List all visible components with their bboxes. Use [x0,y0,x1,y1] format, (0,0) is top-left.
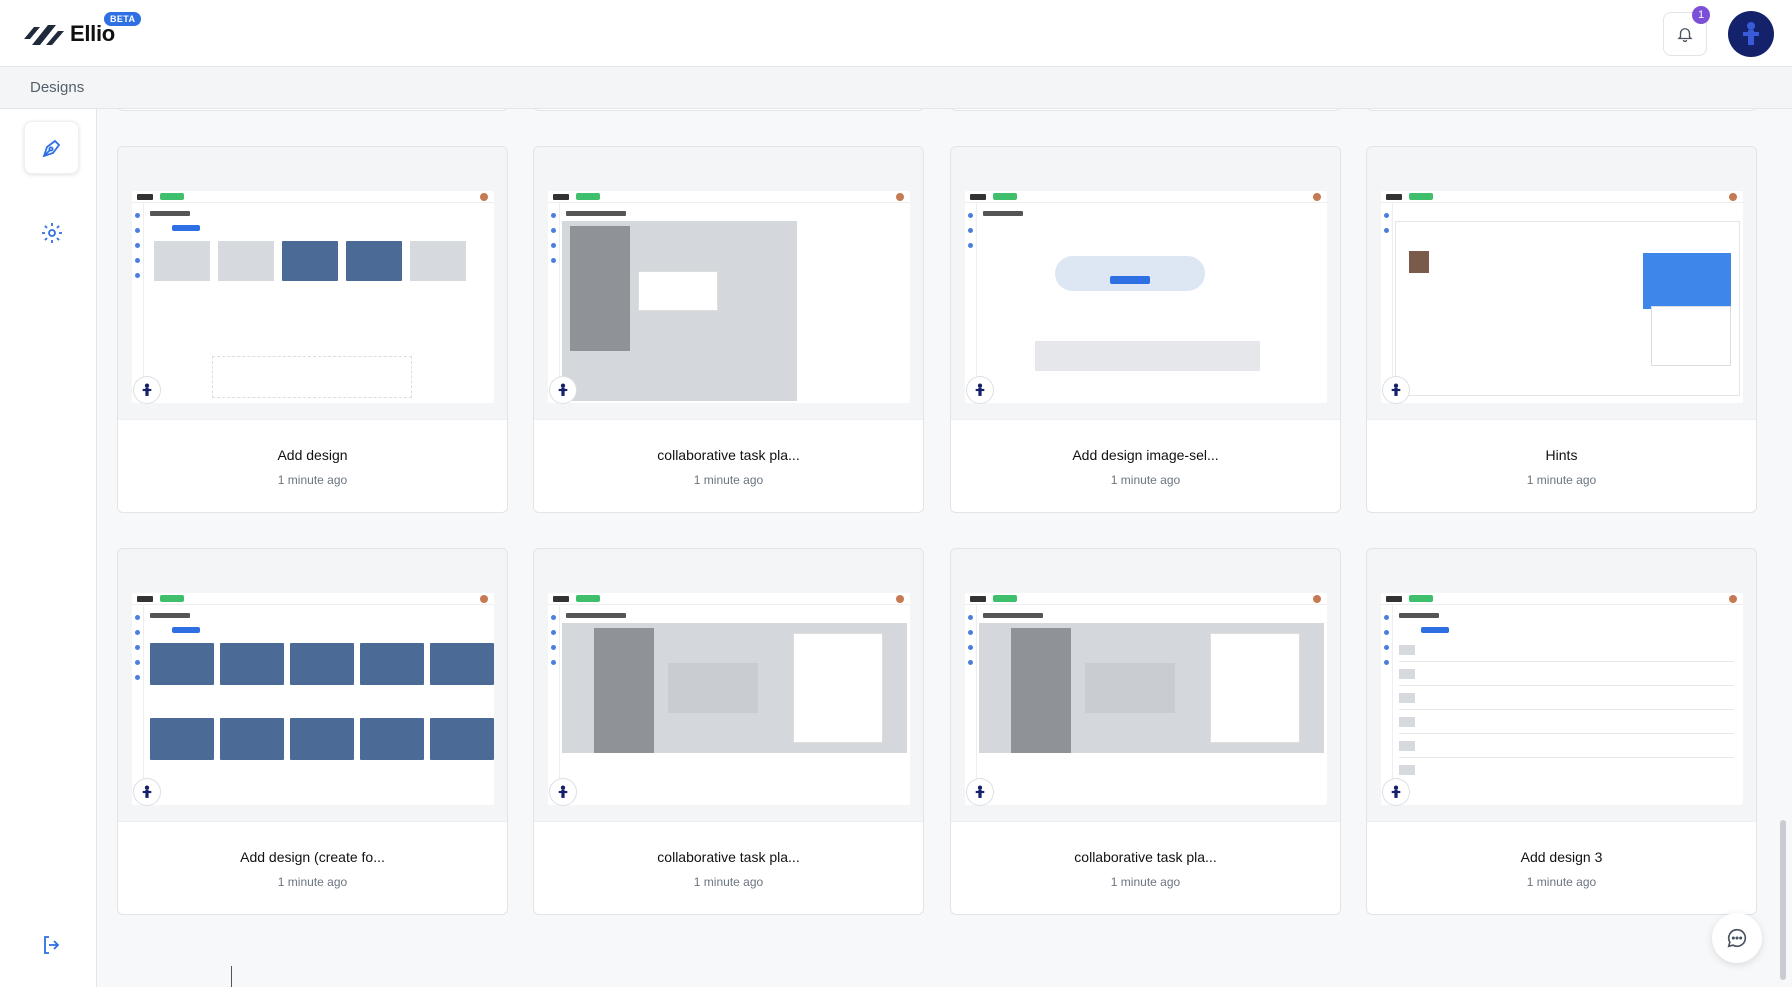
person-icon [142,383,152,396]
logout-button[interactable] [24,918,79,971]
design-timestamp: 1 minute ago [693,473,764,487]
person-icon [558,383,568,396]
author-avatar [134,779,160,805]
author-avatar [1383,377,1409,403]
person-icon [142,785,152,798]
design-timestamp: 1 minute ago [1526,875,1597,889]
author-avatar [967,377,993,403]
sidebar-item-designs[interactable] [24,121,79,174]
person-icon [558,785,568,798]
ellio-logo-icon [24,25,64,45]
gear-icon [41,222,62,243]
person-icon [1743,22,1759,45]
app-logo[interactable]: Ellio BETA [24,12,142,50]
user-avatar[interactable] [1728,11,1774,57]
design-title: Add design [277,447,348,463]
sidebar-item-settings[interactable] [24,206,79,259]
partial-card[interactable] [950,109,1341,111]
design-timestamp: 1 minute ago [1110,875,1181,889]
person-icon [1391,785,1401,798]
design-thumbnail[interactable] [1367,549,1756,822]
design-timestamp: 1 minute ago [1526,473,1597,487]
partial-card[interactable] [117,109,508,111]
design-timestamp: 1 minute ago [277,875,348,889]
pen-tool-icon [42,139,60,157]
design-thumbnail[interactable] [118,549,507,822]
design-thumbnail[interactable] [534,549,923,822]
design-card[interactable]: Add design 1 minute ago [117,146,508,513]
text-caret [231,966,232,987]
author-avatar [134,377,160,403]
bell-icon [1677,28,1693,43]
design-card[interactable]: Add design 3 1 minute ago [1366,548,1757,915]
design-title: Add design image-sel... [1072,447,1219,463]
design-thumbnail[interactable] [118,147,507,420]
design-timestamp: 1 minute ago [1110,473,1181,487]
design-thumbnail[interactable] [1367,147,1756,420]
design-timestamp: 1 minute ago [277,473,348,487]
author-avatar [1383,779,1409,805]
author-avatar [967,779,993,805]
partial-card[interactable] [533,109,924,111]
design-timestamp: 1 minute ago [693,875,764,889]
author-avatar [550,377,576,403]
design-title: Add design 3 [1520,849,1603,865]
person-icon [975,785,985,798]
designs-grid: Add design 1 minute ago collaborative ta… [97,109,1777,987]
notification-count-badge: 1 [1692,6,1710,24]
design-thumbnail[interactable] [951,147,1340,420]
design-card[interactable]: Hints 1 minute ago [1366,146,1757,513]
design-card[interactable]: Add design (create fo... 1 minute ago [117,548,508,915]
sidebar [0,109,97,987]
design-thumbnail[interactable] [951,549,1340,822]
scrollbar-thumb[interactable] [1780,820,1786,980]
top-bar: Ellio BETA 1 [0,0,1792,67]
design-thumbnail[interactable] [534,147,923,420]
design-card[interactable]: collaborative task pla... 1 minute ago [533,146,924,513]
design-title: collaborative task pla... [657,849,800,865]
author-avatar [550,779,576,805]
design-card[interactable]: Add design image-sel... 1 minute ago [950,146,1341,513]
beta-badge: BETA [104,12,142,26]
breadcrumb[interactable]: Designs [30,79,84,96]
design-title: collaborative task pla... [1074,849,1217,865]
breadcrumb-bar: Designs [0,67,1792,109]
design-card[interactable]: collaborative task pla... 1 minute ago [533,548,924,915]
design-title: Add design (create fo... [240,849,385,865]
chat-bubble-icon [1727,928,1747,948]
partial-card[interactable] [1366,109,1757,111]
chat-button[interactable] [1712,913,1762,963]
person-icon [975,383,985,396]
logout-icon [43,935,59,954]
design-card[interactable]: collaborative task pla... 1 minute ago [950,548,1341,915]
design-title: collaborative task pla... [657,447,800,463]
person-icon [1391,383,1401,396]
design-title: Hints [1545,447,1578,463]
